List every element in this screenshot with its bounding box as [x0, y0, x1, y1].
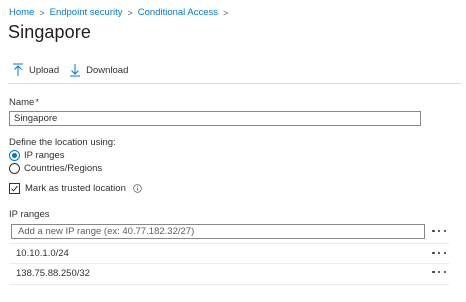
- download-button[interactable]: Download: [69, 63, 128, 77]
- breadcrumb-endpoint-security[interactable]: Endpoint security: [50, 7, 123, 18]
- table-row: 138.75.88.250/32: [9, 263, 449, 284]
- radio-ip-ranges[interactable]: IP ranges: [9, 150, 65, 161]
- breadcrumb: Home > Endpoint security > Conditional A…: [9, 6, 233, 19]
- required-marker: *: [35, 97, 40, 108]
- upload-icon: [13, 63, 23, 76]
- trusted-location-checkbox[interactable]: Mark as trusted location: [9, 183, 142, 194]
- breadcrumb-conditional-access[interactable]: Conditional Access: [138, 7, 218, 18]
- info-icon[interactable]: [133, 184, 142, 193]
- name-field[interactable]: [9, 111, 421, 126]
- page-title: Singapore: [8, 22, 91, 42]
- checkbox[interactable]: [9, 183, 20, 194]
- more-icon[interactable]: [431, 267, 447, 277]
- radio-countries-label: Countries/Regions: [24, 163, 103, 174]
- row-divider: [9, 284, 449, 285]
- download-label: Download: [86, 64, 129, 76]
- ip-range-value: 138.75.88.250/32: [16, 268, 90, 279]
- trusted-location-label: Mark as trusted location: [25, 183, 126, 194]
- upload-label: Upload: [29, 64, 60, 76]
- ip-range-value: 10.10.1.0/24: [16, 248, 69, 259]
- name-label: Name*: [9, 97, 39, 108]
- radio-ip-ranges-label: IP ranges: [24, 150, 65, 161]
- checkmark-icon: [11, 185, 18, 192]
- ip-range-input[interactable]: [11, 224, 425, 239]
- chevron-right-icon: >: [127, 7, 133, 18]
- chevron-right-icon: >: [39, 7, 45, 18]
- upload-button[interactable]: Upload: [12, 63, 59, 77]
- download-icon: [70, 64, 81, 77]
- define-location-label: Define the location using:: [9, 137, 116, 148]
- more-icon[interactable]: [431, 226, 447, 236]
- chevron-right-icon: >: [223, 7, 229, 18]
- radio-unselected-icon[interactable]: [9, 163, 20, 174]
- ip-ranges-label: IP ranges: [9, 209, 50, 220]
- more-icon[interactable]: [431, 248, 447, 258]
- radio-selected-icon[interactable]: [9, 150, 20, 161]
- toolbar-divider: [8, 83, 462, 84]
- radio-countries-regions[interactable]: Countries/Regions: [9, 163, 102, 174]
- breadcrumb-home[interactable]: Home: [9, 7, 34, 18]
- table-row: 10.10.1.0/24: [9, 243, 449, 264]
- command-bar: Upload Download: [12, 62, 138, 78]
- name-label-text: Name: [9, 97, 35, 108]
